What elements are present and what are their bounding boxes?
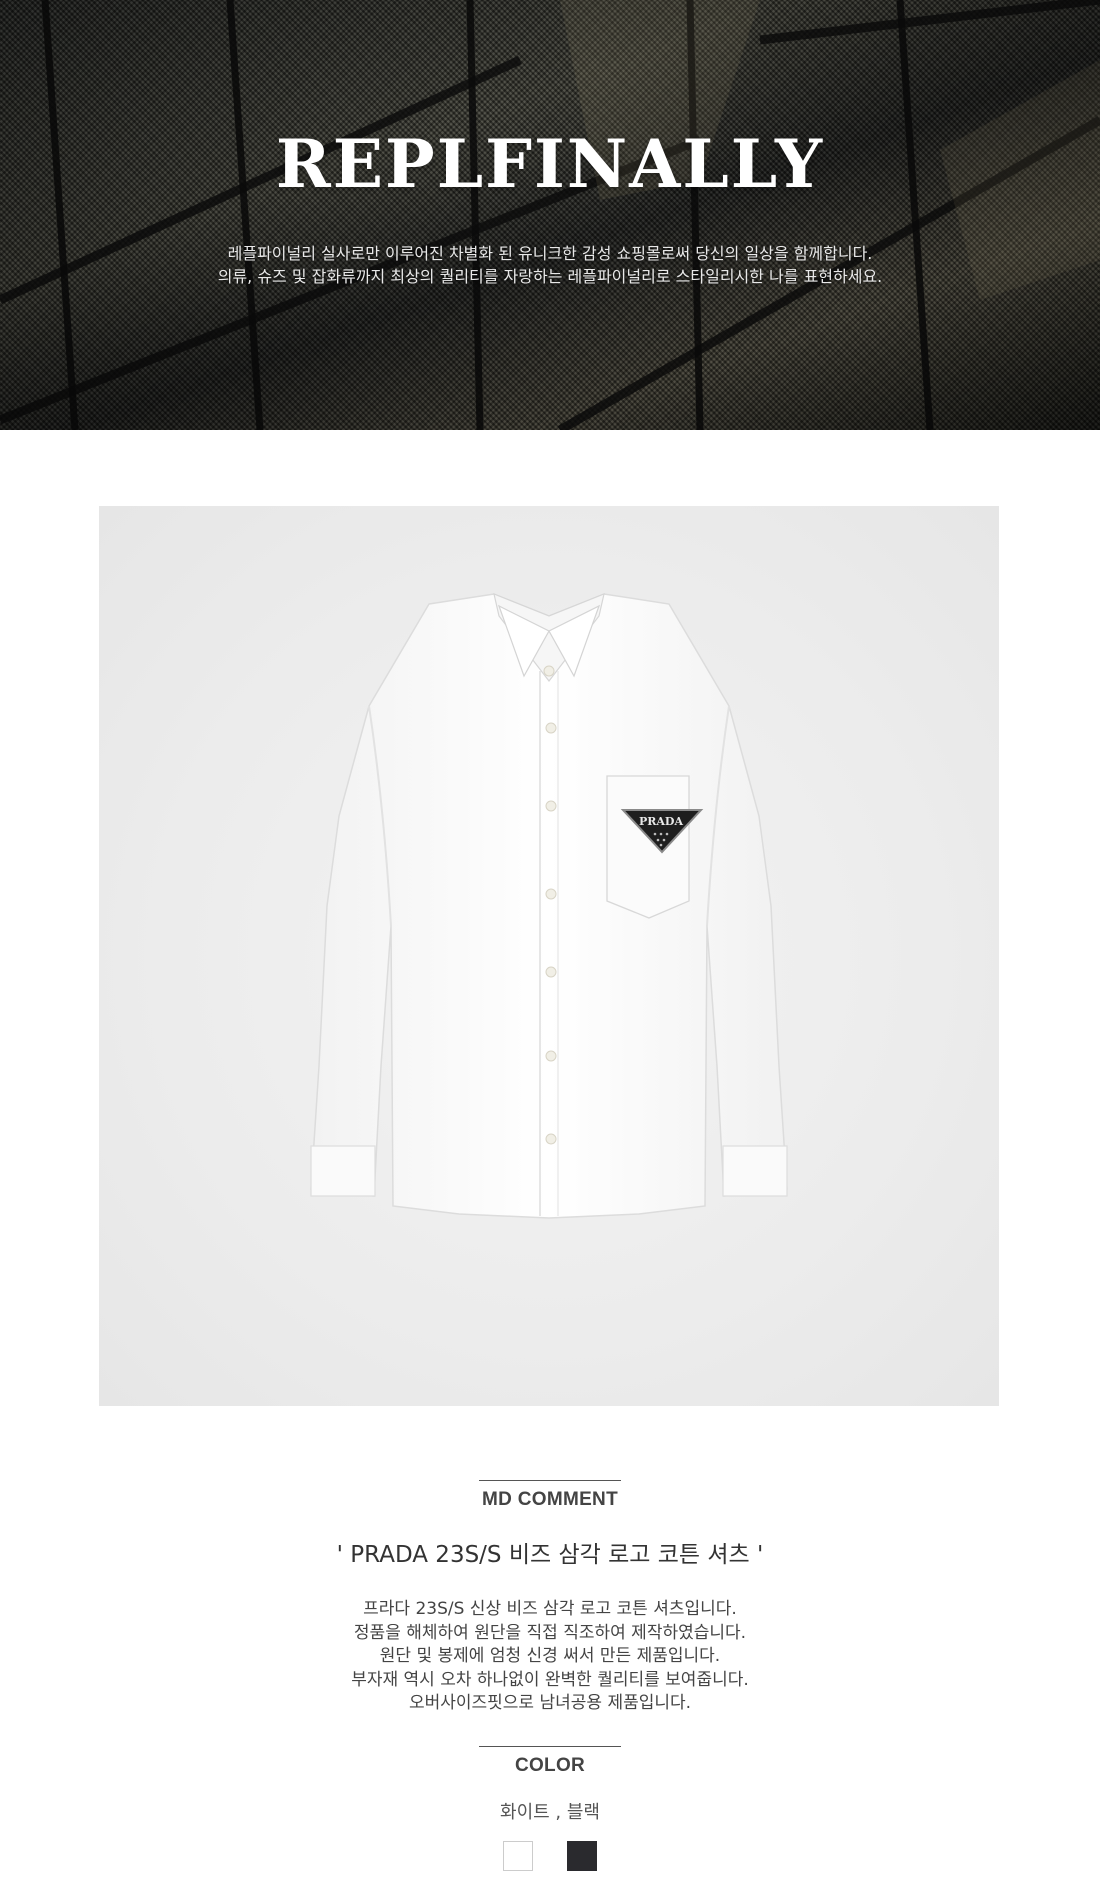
section-divider [479, 1480, 621, 1481]
color-options-text: 화이트 , 블랙 [500, 1802, 600, 1823]
brand-description: 레플파이널리 실사로만 이루어진 차별화 된 유니크한 감성 쇼핑몰로써 당신의… [0, 242, 1100, 288]
color-header: COLOR [0, 1746, 1100, 1777]
brand-description-line: 레플파이널리 실사로만 이루어진 차별화 된 유니크한 감성 쇼핑몰로써 당신의… [227, 244, 873, 263]
hero-banner: REPLFINALLY 레플파이널리 실사로만 이루어진 차별화 된 유니크한 … [0, 0, 1100, 430]
section-divider [479, 1746, 621, 1747]
description-line: 오버사이즈핏으로 남녀공용 제품입니다. [408, 1693, 692, 1713]
brand-description-line: 의류, 슈즈 및 잡화류까지 최상의 퀄리티를 자랑하는 레플파이널리로 스타일… [217, 267, 883, 286]
shirt-illustration: PRADA [310, 593, 788, 1219]
product-photo: PRADA [99, 506, 999, 1406]
color-swatches [0, 1841, 1100, 1871]
swatch-white [503, 1841, 533, 1871]
color-label: COLOR [514, 1755, 586, 1776]
hero-overlay [0, 0, 1100, 430]
svg-text:PRADA: PRADA [639, 815, 683, 828]
swatch-black [567, 1841, 597, 1871]
description-line: 정품을 해체하여 원단을 직접 직조하여 제작하였습니다. [353, 1622, 747, 1643]
product-description: 프라다 23S/S 신상 비즈 삼각 로고 코튼 셔츠입니다. 정품을 해체하여… [0, 1598, 1100, 1716]
description-line: 원단 및 봉제에 엄청 신경 써서 만든 제품입니다. [379, 1646, 721, 1666]
description-line: 부자재 역시 오차 하나없이 완벽한 퀄리티를 보여줍니다. [351, 1669, 749, 1690]
description-line: 프라다 23S/S 신상 비즈 삼각 로고 코튼 셔츠입니다. [363, 1599, 737, 1619]
md-comment-header: MD COMMENT [0, 1480, 1100, 1511]
md-comment-label: MD COMMENT [482, 1489, 618, 1510]
brand-title: REPLFINALLY [275, 125, 825, 203]
product-title: ' PRADA 23S/S 비즈 삼각 로고 코튼 셔츠 ' [336, 1542, 764, 1568]
